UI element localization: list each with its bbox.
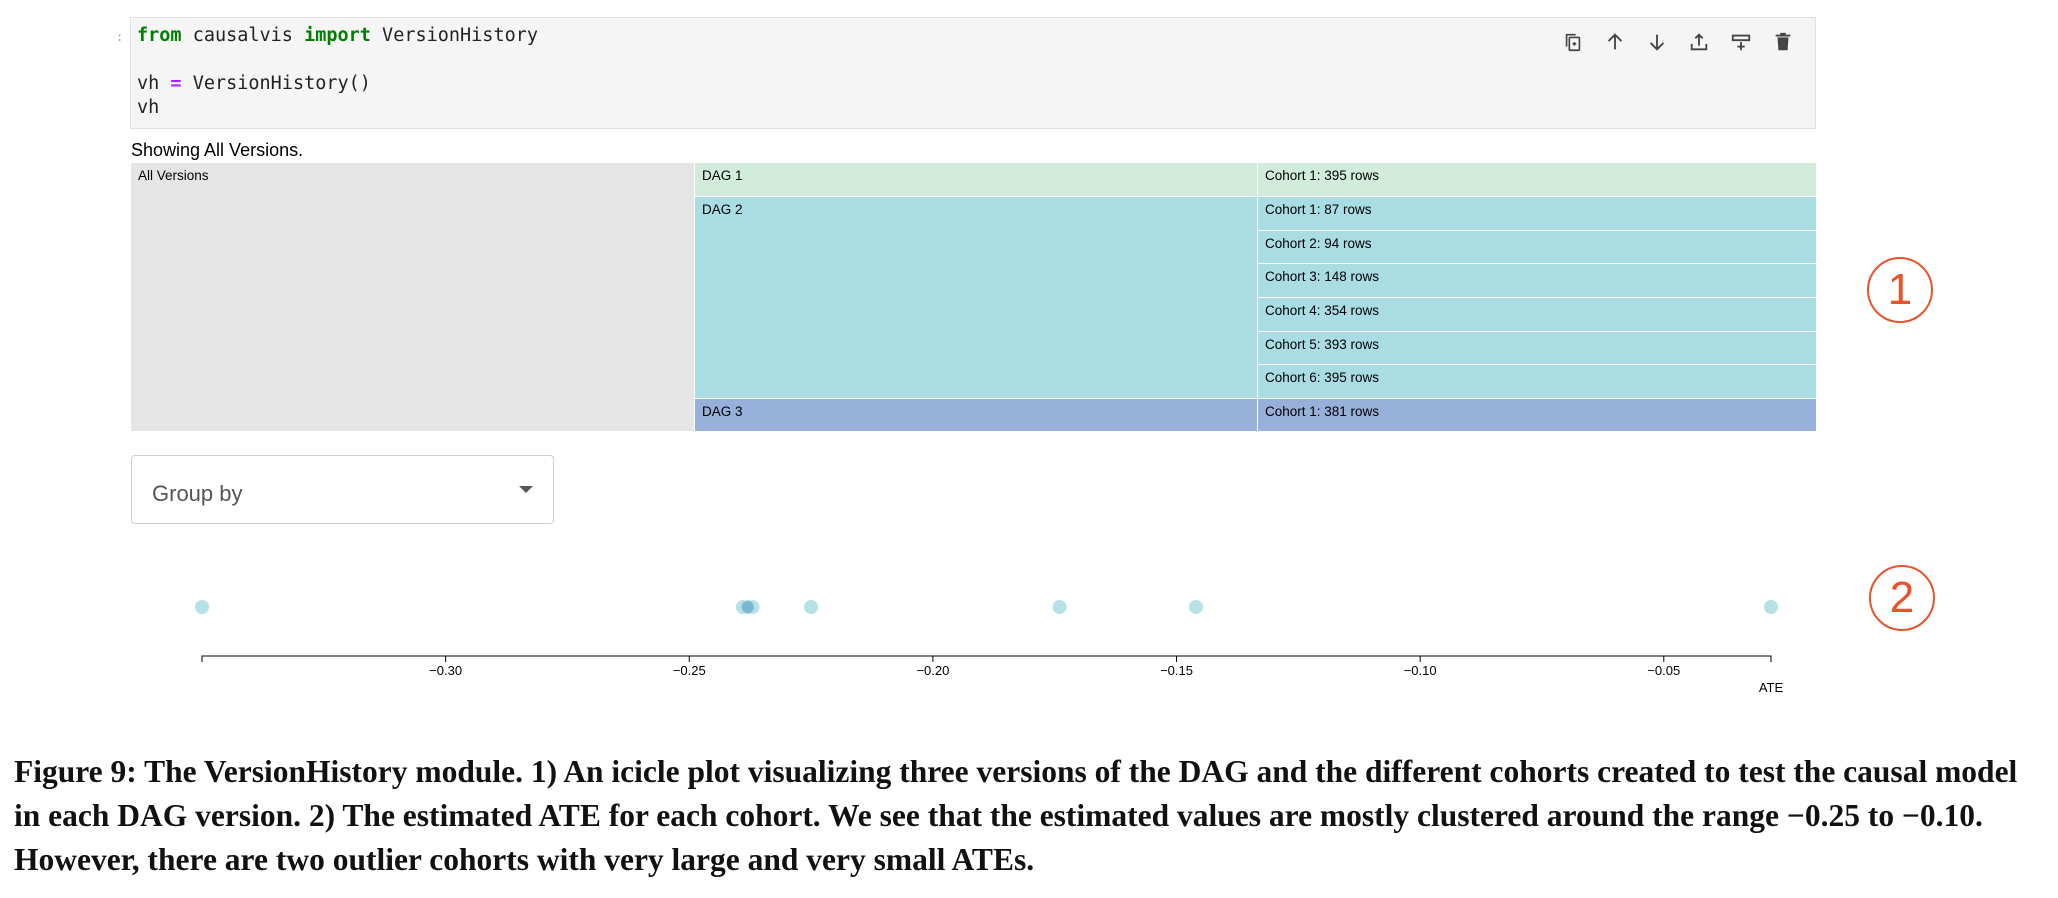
x-tick-label: −0.10 (1404, 663, 1437, 678)
chevron-down-icon (519, 486, 533, 493)
import-name: VersionHistory (370, 25, 538, 46)
x-tick-label: −0.25 (673, 663, 706, 678)
data-point[interactable] (1764, 600, 1778, 614)
icicle-root-label: All Versions (138, 168, 209, 183)
icicle-cohort[interactable]: Cohort 3: 148 rows (1258, 264, 1817, 298)
keyword-import: import (304, 25, 371, 46)
insert-above-button[interactable] (1683, 26, 1715, 58)
x-tick-label: −0.20 (916, 663, 949, 678)
module-name: causalvis (181, 25, 305, 46)
code-cell[interactable]: from causalvis import VersionHistory vh … (130, 17, 1816, 129)
icicle-dag-3[interactable]: DAG 3 (695, 399, 1258, 432)
dag-label: DAG 2 (702, 202, 743, 217)
x-tick-label: −0.15 (1160, 663, 1193, 678)
x-axis-label: ATE (1759, 680, 1784, 695)
copy-cell-button[interactable] (1557, 26, 1589, 58)
delete-cell-button[interactable] (1767, 26, 1799, 58)
group-by-dropdown[interactable]: Group by (131, 455, 554, 524)
cohort-label: Cohort 6: 395 rows (1265, 370, 1380, 385)
insert-below-icon (1731, 34, 1751, 51)
output-expression: vh (137, 97, 160, 118)
x-tick-label: −0.30 (429, 663, 462, 678)
icicle-cohort[interactable]: Cohort 4: 354 rows (1258, 298, 1817, 332)
assign-operator: = (170, 73, 182, 94)
annotation-badge-2: 2 (1869, 565, 1935, 631)
cell-toolbar (1557, 26, 1799, 58)
cohort-label: Cohort 4: 354 rows (1265, 303, 1380, 318)
trash-icon (1775, 32, 1791, 51)
arrow-down-icon (1649, 34, 1665, 51)
cohort-label: Cohort 2: 94 rows (1265, 236, 1372, 251)
cohort-label: Cohort 1: 395 rows (1265, 168, 1380, 183)
insert-above-icon (1690, 33, 1708, 51)
cell-prompt: : (116, 30, 124, 44)
data-point[interactable] (1052, 600, 1067, 614)
figure-caption: Figure 9: The VersionHistory module. 1) … (14, 754, 2018, 877)
icicle-root[interactable]: All Versions (131, 163, 695, 432)
cohort-label: Cohort 3: 148 rows (1265, 269, 1380, 284)
data-point[interactable] (1189, 600, 1204, 614)
cohort-label: Cohort 5: 393 rows (1265, 337, 1380, 352)
move-up-button[interactable] (1599, 26, 1631, 58)
cohort-label: Cohort 1: 87 rows (1265, 202, 1372, 217)
icicle-cohort[interactable]: Cohort 5: 393 rows (1258, 332, 1817, 365)
data-point[interactable] (195, 600, 209, 614)
keyword-from: from (137, 25, 182, 46)
annotation-badge-1: 1 (1867, 257, 1933, 323)
icicle-plot: All Versions DAG 1 DAG 2 DAG 3 Cohort 1:… (131, 163, 1817, 432)
showing-versions-text: Showing All Versions. (131, 140, 304, 160)
data-point-overlap (741, 601, 754, 613)
dag-label: DAG 1 (702, 168, 743, 183)
icicle-cohort[interactable]: Cohort 6: 395 rows (1258, 365, 1817, 399)
ate-strip-plot: −0.30 −0.25 −0.20 −0.15 −0.10 −0.05 ATE (195, 600, 1784, 695)
copy-icon (1565, 33, 1581, 52)
assign-target: vh (137, 73, 171, 94)
arrow-up-icon (1607, 33, 1623, 50)
code-editor[interactable]: from causalvis import VersionHistory vh … (137, 24, 538, 120)
group-by-label: Group by (152, 481, 243, 506)
icicle-dag-1[interactable]: DAG 1 (695, 163, 1258, 197)
x-axis-line (201, 655, 1772, 662)
data-point[interactable] (804, 600, 819, 614)
icicle-cohort[interactable]: Cohort 2: 94 rows (1258, 231, 1817, 264)
cohort-label: Cohort 1: 381 rows (1265, 404, 1380, 419)
insert-below-button[interactable] (1725, 26, 1757, 58)
icicle-cohort[interactable]: Cohort 1: 381 rows (1258, 399, 1817, 432)
move-down-button[interactable] (1641, 26, 1673, 58)
x-tick-label: −0.05 (1647, 663, 1680, 678)
dag-label: DAG 3 (702, 404, 743, 419)
icicle-cohort[interactable]: Cohort 1: 87 rows (1258, 197, 1817, 231)
icicle-dag-2[interactable]: DAG 2 (695, 197, 1258, 399)
assign-value: VersionHistory() (181, 73, 371, 94)
icicle-cohort[interactable]: Cohort 1: 395 rows (1258, 163, 1817, 197)
